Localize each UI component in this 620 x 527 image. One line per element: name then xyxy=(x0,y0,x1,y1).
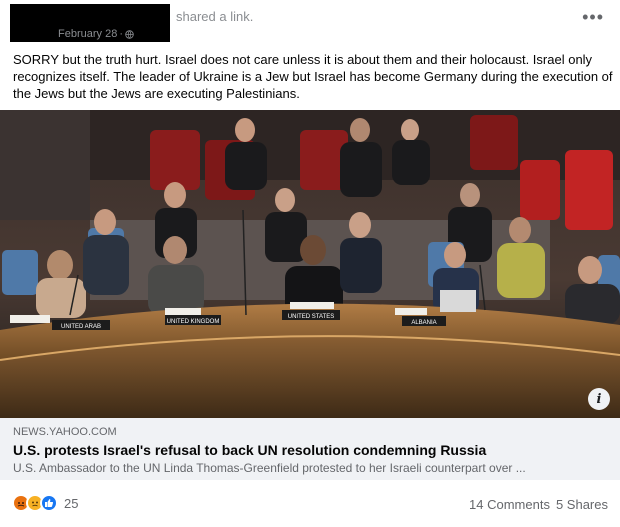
post-text: SORRY but the truth hurt. Israel does no… xyxy=(13,52,613,101)
date-separator: · xyxy=(119,28,123,40)
shares-count[interactable]: 5 Shares xyxy=(556,497,608,512)
more-options-button[interactable]: ••• xyxy=(582,8,604,26)
nameplate-2: UNITED KINGDOM xyxy=(167,319,220,325)
like-icon xyxy=(40,494,58,512)
shared-link-text: shared a link. xyxy=(176,9,254,24)
reactions-summary[interactable]: 25 xyxy=(12,494,78,512)
nameplate-4: ALBANIA xyxy=(411,320,436,326)
link-domain: NEWS.YAHOO.COM xyxy=(13,426,117,438)
post-date[interactable]: February 28 xyxy=(58,28,117,40)
info-icon[interactable]: i xyxy=(588,388,610,410)
globe-icon xyxy=(125,29,134,39)
security-council-photo: UNITED ARAB UNITED KINGDOM UNITED STATES… xyxy=(0,110,620,418)
link-headline[interactable]: U.S. protests Israel's refusal to back U… xyxy=(13,442,486,458)
nameplate-1: UNITED ARAB xyxy=(61,324,101,330)
comments-count[interactable]: 14 Comments xyxy=(469,497,550,512)
post-meta: February 28 · xyxy=(58,28,134,40)
engagement-stats: 14 Comments 5 Shares xyxy=(469,497,608,512)
link-description: U.S. Ambassador to the UN Linda Thomas-G… xyxy=(13,461,526,475)
post-header: shared a link. February 28 · ••• xyxy=(0,0,620,46)
link-preview-box[interactable]: NEWS.YAHOO.COM U.S. protests Israel's re… xyxy=(0,418,620,480)
reaction-count: 25 xyxy=(64,495,79,511)
link-preview-image[interactable]: UNITED ARAB UNITED KINGDOM UNITED STATES… xyxy=(0,110,620,418)
post-footer: 25 14 Comments 5 Shares xyxy=(0,488,620,520)
nameplate-3: UNITED STATES xyxy=(288,314,334,320)
